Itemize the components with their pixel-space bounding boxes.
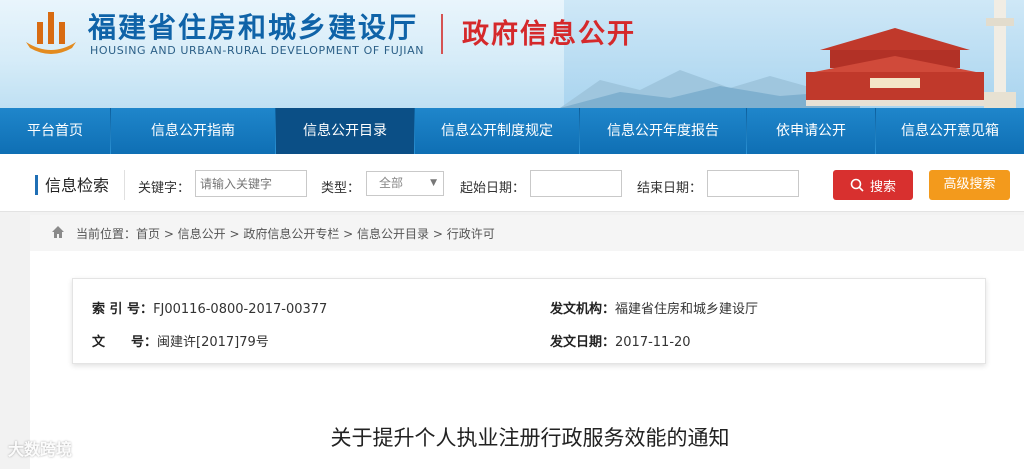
start-date-input[interactable] [530,170,622,197]
nav-item-guide[interactable]: 信息公开指南 [111,108,275,154]
site-subtitle: HOUSING AND URBAN-RURAL DEVELOPMENT OF F… [90,44,425,57]
type-label: 类型： [321,181,361,196]
site-title: 福建省住房和城乡建设厅 [88,11,419,44]
document-number-value: 闽建许[2017]79号 [157,335,269,350]
header-banner: 福建省住房和城乡建设厅 HOUSING AND URBAN-RURAL DEVE… [0,0,1024,108]
nav-item-apply[interactable]: 依申请公开 [747,108,875,154]
search-icon [850,178,864,192]
issue-date-label: 发文日期： [550,335,616,350]
huabiao-pillar-illustration [984,0,1016,108]
advanced-search-button[interactable]: 高级搜索 [929,170,1010,200]
search-divider [124,170,125,200]
start-date-label: 起始日期： [460,181,526,196]
index-number: 索 引 号：FJ00116-0800-2017-00377 [92,298,327,317]
document-title: 关于提升个人执业注册行政服务效能的通知 [330,426,730,450]
issuing-agency: 发文机构：福建省住房和城乡建设厅 [550,298,758,317]
issuing-agency-label: 发文机构： [550,302,616,317]
main-nav: 平台首页 信息公开指南 信息公开目录 信息公开制度规定 信息公开年度报告 依申请… [0,108,1024,154]
nav-item-catalog[interactable]: 信息公开目录 [276,108,414,154]
document-number: 文 号：闽建许[2017]79号 [92,331,269,350]
department-logo-icon [26,12,76,54]
keyword-input[interactable] [195,170,307,197]
document-meta-box [72,278,986,364]
chevron-down-icon: ▼ [430,178,437,188]
issuing-agency-value: 福建省住房和城乡建设厅 [615,302,759,317]
keyword-label: 关键字： [138,181,191,196]
nav-item-feedback[interactable]: 信息公开意见箱 [876,108,1024,154]
nav-item-regulations[interactable]: 信息公开制度规定 [415,108,579,154]
end-date-input[interactable] [707,170,799,197]
nav-item-home[interactable]: 平台首页 [0,108,110,154]
type-select[interactable]: 全部 ▼ [366,171,444,196]
search-title: 信息检索 [45,176,110,195]
issue-date: 发文日期：2017-11-20 [550,331,691,350]
search-title-accent [35,175,38,195]
home-icon [52,226,64,238]
section-title: 政府信息公开 [462,19,636,50]
issue-date-value: 2017-11-20 [615,335,691,350]
search-button-label: 搜索 [869,179,896,195]
breadcrumb: 当前位置：首页 > 信息公开 > 政府信息公开专栏 > 信息公开目录 > 行政许… [76,227,495,241]
end-date-label: 结束日期： [637,181,703,196]
tiananmen-gate-illustration [806,28,984,106]
title-divider [441,14,443,54]
watermark: 大数跨境 [8,440,73,459]
nav-item-annual-report[interactable]: 信息公开年度报告 [580,108,746,154]
type-select-value: 全部 [379,176,404,190]
index-number-value: FJ00116-0800-2017-00377 [153,302,328,317]
search-button[interactable]: 搜索 [833,170,913,200]
index-number-label: 索 引 号： [92,302,154,317]
document-number-label: 文 号： [92,335,158,350]
